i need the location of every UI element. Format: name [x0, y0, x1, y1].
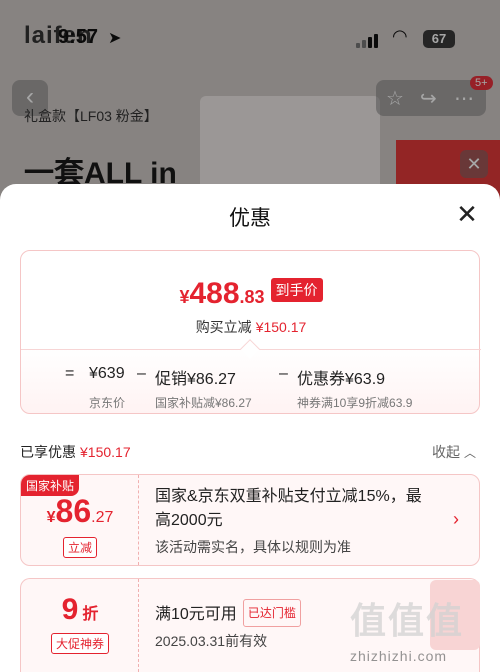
watermark-logo: 值值值	[350, 600, 465, 641]
coupon-value: 9折	[61, 593, 99, 626]
formula-coupon: 优惠券¥63.9	[297, 371, 386, 388]
final-price-tag: 到手价	[270, 278, 323, 302]
collapse-button[interactable]: 收起 ︿	[432, 442, 476, 462]
reduce-amount: ¥150.17	[255, 319, 307, 335]
chevron-right-icon[interactable]: ›	[453, 509, 459, 530]
coupon-note: 该活动需实名，具体以规则为准	[155, 539, 351, 555]
coupon-pill: 大促神券	[50, 633, 109, 654]
promo-note: 国家补贴减¥86.27	[155, 396, 252, 410]
chevron-up-icon: ︿	[464, 446, 477, 460]
coupon-description: 国家&京东双重补贴支付立减15%，最 高2000元	[155, 488, 422, 529]
reduce-line: 购买立减 ¥150.17	[195, 319, 307, 335]
enjoyed-discount: 已享优惠 ¥150.17	[20, 444, 131, 460]
coupon-pill: 立减	[62, 537, 97, 558]
formula-promo: 促销¥86.27	[155, 371, 236, 388]
final-price: ¥488.83 到手价	[21, 277, 481, 311]
coupon-description: 满10元可用 已达门槛	[155, 599, 301, 627]
enjoyed-amount: ¥150.17	[80, 444, 131, 460]
coupon-value-panel: 9折 大促神券	[21, 579, 139, 672]
coupon-value-panel: 国家补贴 ¥86.27 立减	[21, 475, 139, 565]
caret-pointer	[240, 339, 260, 359]
sheet-close-button[interactable]: ✕	[454, 201, 480, 228]
coupon-expiry: 2025.03.31前有效	[155, 633, 268, 649]
coupon-value: ¥86.27	[46, 493, 114, 529]
formula-minus-2: –	[279, 365, 288, 382]
watermark-url: zhizhizhi.com	[350, 648, 448, 664]
coupon-national-subsidy[interactable]: 国家补贴 ¥86.27 立减 国家&京东双重补贴支付立减15%，最 高2000元…	[20, 474, 480, 566]
formula-minus-1: –	[137, 365, 146, 382]
price-decimal: .83	[239, 287, 265, 307]
coupon-status-badge: 已达门槛	[242, 599, 301, 627]
formula-equals: =	[65, 365, 75, 382]
base-price-note: 京东价	[89, 396, 126, 410]
sheet-title: 优惠	[229, 207, 271, 230]
formula-base-price: ¥639	[89, 365, 125, 382]
price-integer: 488	[189, 277, 240, 310]
price-card: ¥488.83 到手价 购买立减 ¥150.17 = ¥639 – 促销¥86.27…	[20, 250, 481, 414]
coupon-note: 神券满10享9折减63.9	[297, 396, 413, 410]
